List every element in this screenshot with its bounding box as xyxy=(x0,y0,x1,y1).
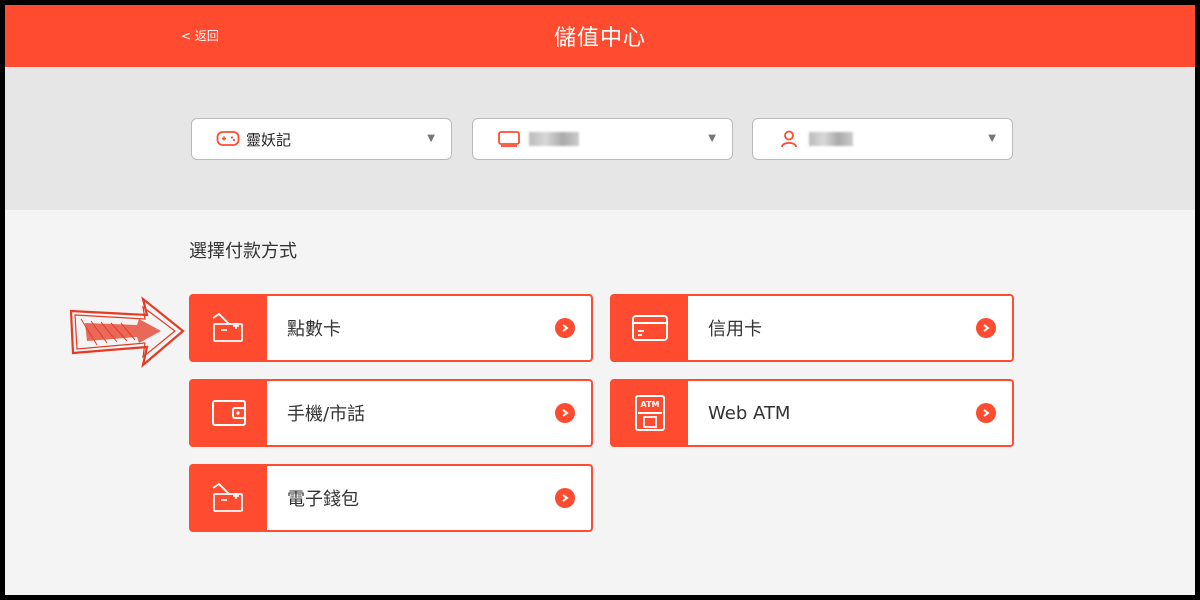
chevron-right-icon xyxy=(555,488,575,508)
section-title: 選擇付款方式 xyxy=(189,241,297,262)
chevron-right-icon xyxy=(555,318,575,338)
payment-e-wallet[interactable]: 電子錢包 xyxy=(189,464,593,532)
svg-text:ATM: ATM xyxy=(641,400,660,409)
atm-icon: ATM xyxy=(612,381,688,445)
payment-web-atm[interactable]: ATM Web ATM xyxy=(610,379,1014,447)
payment-label: 信用卡 xyxy=(708,319,762,340)
character-select[interactable]: ▼ xyxy=(752,118,1013,160)
game-select-value: 靈妖記 xyxy=(246,130,292,149)
chevron-right-icon xyxy=(976,318,996,338)
payment-label: Web ATM xyxy=(708,402,791,424)
game-select[interactable]: 靈妖記 ▼ xyxy=(191,118,452,160)
header-bar: < 返回 儲值中心 xyxy=(5,5,1195,67)
e-wallet-icon xyxy=(191,466,267,530)
payment-label: 點數卡 xyxy=(287,319,341,340)
server-select[interactable]: ▼ xyxy=(472,118,733,160)
redacted-text xyxy=(529,132,579,146)
chevron-down-icon: ▼ xyxy=(988,133,996,144)
page-title: 儲值中心 xyxy=(553,26,646,51)
payment-credit-card[interactable]: 信用卡 xyxy=(610,294,1014,362)
payment-point-card[interactable]: 點數卡 xyxy=(189,294,593,362)
wallet-icon xyxy=(191,381,267,445)
selector-band: 靈妖記 ▼ ▼ ▼ xyxy=(5,67,1195,210)
payment-label: 手機/市話 xyxy=(287,404,366,425)
server-icon xyxy=(497,129,521,149)
chevron-down-icon: ▼ xyxy=(708,133,716,144)
redacted-text xyxy=(809,132,853,146)
chevron-right-icon xyxy=(976,403,996,423)
point-card-icon xyxy=(191,296,267,360)
gamepad-icon xyxy=(216,129,240,149)
user-icon xyxy=(777,129,801,149)
payment-phone[interactable]: 手機/市話 xyxy=(189,379,593,447)
app-frame: < 返回 儲值中心 靈妖記 ▼ ▼ ▼ 選擇付款方式 點數卡 信用卡 手機/市話… xyxy=(5,5,1195,595)
payment-label: 電子錢包 xyxy=(287,489,359,510)
chevron-right-icon xyxy=(555,403,575,423)
credit-card-icon xyxy=(612,296,688,360)
chevron-down-icon: ▼ xyxy=(427,133,435,144)
arrow-icon xyxy=(69,296,185,368)
